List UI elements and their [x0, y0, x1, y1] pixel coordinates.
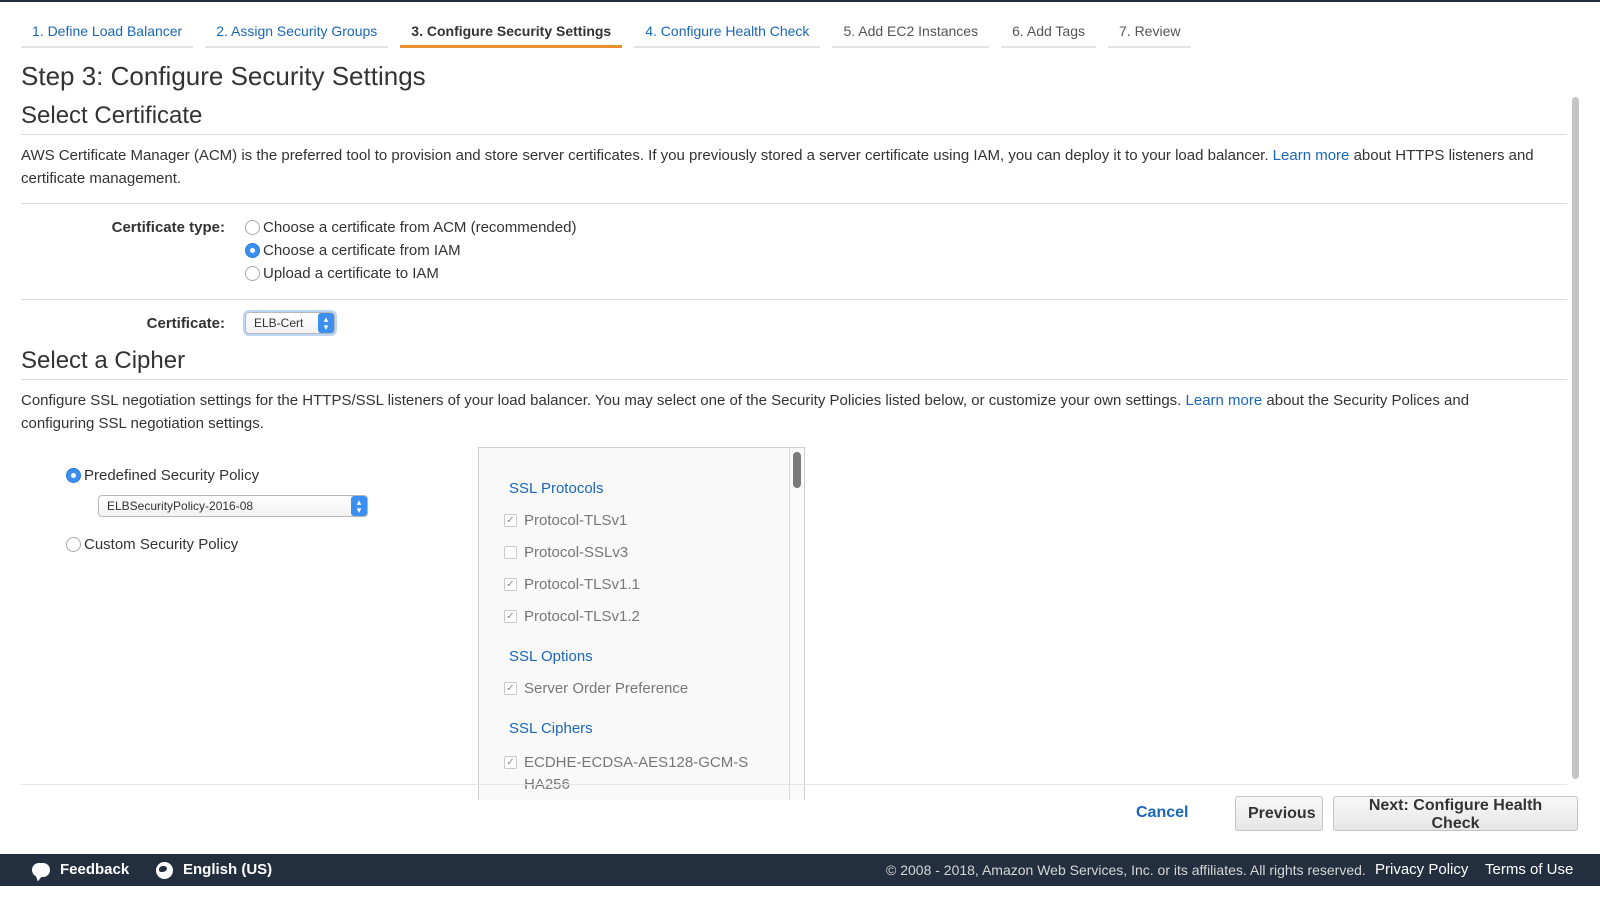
cert-option-acm-label: Choose a certificate from ACM (recommend…: [263, 219, 577, 236]
page-scrollbar[interactable]: [1570, 93, 1582, 783]
checkbox-checked[interactable]: ✓: [504, 610, 517, 623]
cert-option-upload[interactable]: Upload a certificate to IAM: [245, 262, 576, 285]
ssl-protocols-heading: SSL Protocols: [509, 480, 604, 497]
cancel-button[interactable]: Cancel: [1136, 804, 1188, 822]
page-title: Step 3: Configure Security Settings: [21, 61, 426, 91]
tab-add-tags[interactable]: 6. Add Tags: [1001, 14, 1096, 48]
tab-add-ec2-instances[interactable]: 5. Add EC2 Instances: [832, 14, 990, 48]
certificate-description: AWS Certificate Manager (ACM) is the pre…: [21, 144, 1567, 190]
feedback-icon: [32, 863, 50, 878]
feedback-link[interactable]: Feedback: [32, 854, 129, 886]
certificate-label: Certificate:: [146, 314, 225, 332]
previous-button[interactable]: Previous: [1235, 796, 1323, 831]
cipher-box-scrollbar[interactable]: [789, 448, 804, 800]
protocol-label: Protocol-SSLv3: [524, 544, 629, 561]
custom-policy-option[interactable]: Custom Security Policy: [66, 533, 368, 556]
select-arrows-icon: ▴ ▾: [318, 313, 334, 333]
tab-configure-security-settings[interactable]: 3. Configure Security Settings: [400, 14, 623, 48]
protocol-checkbox-item[interactable]: ✓ Protocol-TLSv1.2: [504, 608, 640, 625]
divider: [21, 203, 1567, 204]
tab-define-load-balancer[interactable]: 1. Define Load Balancer: [21, 14, 194, 48]
protocol-checkbox-item[interactable]: ✓ Protocol-TLSv1.1: [504, 576, 640, 593]
certificate-desc-text: AWS Certificate Manager (ACM) is the pre…: [21, 147, 1269, 164]
tab-configure-health-check[interactable]: 4. Configure Health Check: [634, 14, 821, 48]
copyright-text: © 2008 - 2018, Amazon Web Services, Inc.…: [886, 862, 1366, 878]
protocol-label: Protocol-TLSv1: [524, 512, 628, 529]
top-border: [0, 0, 1600, 2]
cert-option-upload-label: Upload a certificate to IAM: [263, 265, 439, 282]
cipher-learn-more-link[interactable]: Learn more: [1186, 392, 1263, 409]
custom-policy-label: Custom Security Policy: [84, 536, 239, 553]
tab-assign-security-groups[interactable]: 2. Assign Security Groups: [205, 14, 389, 48]
certificate-type-row: Certificate type: Choose a certificate f…: [21, 216, 1567, 285]
cipher-settings-box[interactable]: SSL Protocols ✓ Protocol-TLSv1 Protocol-…: [478, 447, 805, 800]
certificate-type-label: Certificate type:: [111, 219, 225, 236]
certificate-learn-more-link[interactable]: Learn more: [1273, 147, 1350, 164]
security-policy-select[interactable]: ELBSecurityPolicy-2016-08 ▴ ▾: [98, 495, 368, 517]
checkbox-checked[interactable]: ✓: [504, 682, 517, 695]
protocol-checkbox-item[interactable]: ✓ Protocol-TLSv1: [504, 512, 627, 529]
ssl-ciphers-heading: SSL Ciphers: [509, 720, 593, 737]
cert-option-iam[interactable]: Choose a certificate from IAM: [245, 239, 576, 262]
radio-button[interactable]: [245, 220, 260, 235]
cipher-description: Configure SSL negotiation settings for t…: [21, 389, 1567, 435]
cipher-desc-text: Configure SSL negotiation settings for t…: [21, 392, 1182, 409]
cipher-checkbox-item[interactable]: ✓ ECDHE-ECDSA-AES128-GCM-SHA256: [504, 752, 774, 796]
protocol-label: Protocol-TLSv1.2: [524, 608, 640, 625]
feedback-label: Feedback: [60, 861, 130, 878]
checkbox-checked[interactable]: ✓: [504, 578, 517, 591]
radio-button[interactable]: [66, 537, 81, 552]
footer: Feedback English (US) © 2008 - 2018, Ama…: [0, 854, 1600, 886]
predefined-policy-option[interactable]: Predefined Security Policy: [66, 464, 368, 487]
actions-divider: [21, 784, 1567, 785]
scrollbar-thumb[interactable]: [1572, 97, 1579, 779]
cert-option-iam-label: Choose a certificate from IAM: [263, 242, 461, 259]
security-policy-options: Predefined Security Policy ELBSecurityPo…: [66, 464, 368, 556]
select-arrows-icon: ▴ ▾: [351, 496, 367, 516]
wizard-content: Select Certificate AWS Certificate Manag…: [21, 100, 1567, 800]
checkbox-checked[interactable]: ✓: [504, 756, 517, 769]
protocol-checkbox-item[interactable]: Protocol-SSLv3: [504, 544, 628, 561]
select-certificate-heading: Select Certificate: [21, 102, 1567, 135]
cert-option-acm[interactable]: Choose a certificate from ACM (recommend…: [245, 216, 576, 239]
checkbox-checked[interactable]: ✓: [504, 514, 517, 527]
globe-icon: [156, 861, 173, 879]
language-selector[interactable]: English (US): [156, 854, 272, 886]
predefined-policy-label: Predefined Security Policy: [84, 467, 260, 484]
language-label: English (US): [183, 861, 273, 878]
divider: [21, 299, 1567, 300]
option-checkbox-item[interactable]: ✓ Server Order Preference: [504, 680, 688, 697]
tab-review[interactable]: 7. Review: [1108, 14, 1192, 48]
checkbox-unchecked[interactable]: [504, 546, 517, 559]
radio-button-selected[interactable]: [245, 243, 260, 258]
option-label: Server Order Preference: [524, 680, 689, 697]
ssl-options-heading: SSL Options: [509, 648, 593, 665]
certificate-select-value: ELB-Cert: [254, 316, 304, 330]
cipher-label: ECDHE-ECDSA-AES128-GCM-SHA256: [524, 754, 749, 793]
select-cipher-heading: Select a Cipher: [21, 347, 1567, 380]
terms-of-use-link[interactable]: Terms of Use: [1485, 854, 1573, 886]
security-policy-value: ELBSecurityPolicy-2016-08: [107, 499, 254, 513]
wizard-tabs: 1. Define Load Balancer 2. Assign Securi…: [21, 14, 1203, 48]
radio-button[interactable]: [245, 266, 260, 281]
next-configure-health-check-button[interactable]: Next: Configure Health Check: [1333, 796, 1578, 832]
radio-button-selected[interactable]: [66, 468, 81, 483]
certificate-type-options: Choose a certificate from ACM (recommend…: [245, 216, 576, 285]
scrollbar-thumb[interactable]: [793, 452, 801, 488]
certificate-row: Certificate: ELB-Cert ▴ ▾: [21, 312, 1567, 334]
privacy-policy-link[interactable]: Privacy Policy: [1375, 854, 1468, 886]
protocol-label: Protocol-TLSv1.1: [524, 576, 640, 593]
certificate-select[interactable]: ELB-Cert ▴ ▾: [245, 312, 335, 334]
